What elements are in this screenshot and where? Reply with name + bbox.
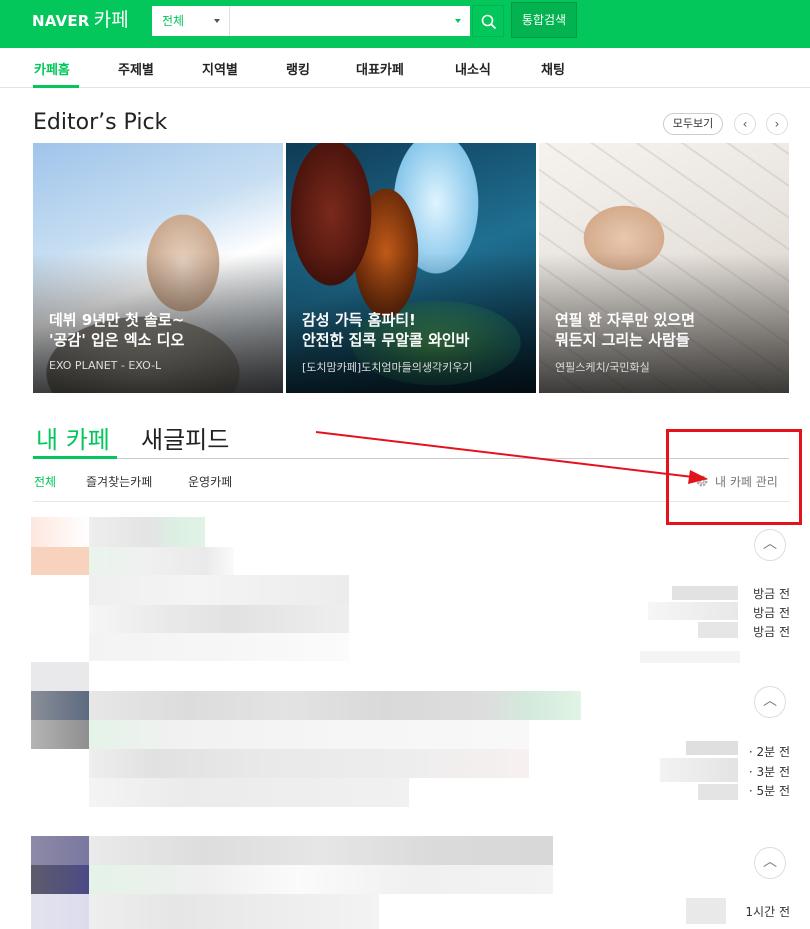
- cafe-thumbnail: [31, 894, 89, 929]
- pick-card-2[interactable]: 감성 가득 홈파티! 안전한 집콕 무알콜 와인바 [도치맘카페]도치엄마들의생…: [286, 143, 536, 393]
- cafe-info-blurred: [89, 720, 529, 749]
- search-box: 전체: [151, 5, 471, 37]
- search-scope-select[interactable]: 전체: [152, 6, 230, 36]
- view-all-button[interactable]: 모두보기: [663, 113, 723, 135]
- cafe-thumbnail[interactable]: [31, 662, 89, 691]
- author-blurred: [640, 651, 740, 663]
- pick-card-1[interactable]: 데뷔 9년만 첫 솔로~ '공감' 입은 엑소 디오 EXO PLANET - …: [33, 143, 283, 393]
- post-time: · 2분 전: [748, 745, 790, 759]
- post-time: 방금 전: [753, 606, 790, 620]
- nav-item-my-news[interactable]: 내소식: [455, 59, 491, 78]
- filter-favorites[interactable]: 즐겨찾는카페: [86, 473, 152, 490]
- post-title-blurred[interactable]: [89, 749, 529, 778]
- author-blurred: [648, 602, 738, 620]
- editors-pick-title: Editor’s Pick: [33, 110, 168, 135]
- nav-active-indicator: [33, 85, 79, 88]
- collapse-button[interactable]: ︿: [754, 847, 786, 879]
- author-blurred: [672, 586, 738, 600]
- cafe-thumbnail: [31, 865, 89, 894]
- author-blurred: [686, 898, 726, 924]
- pick-card-cafe: [도치맘카페]도치엄마들의생각키우기: [302, 361, 473, 374]
- nav-item-cafe-home[interactable]: 카페홈: [34, 59, 70, 78]
- nav-item-ranking[interactable]: 랭킹: [286, 59, 310, 78]
- author-blurred: [698, 622, 738, 638]
- post-time: 1시간 전: [745, 905, 790, 919]
- header-bar: NAVER 카페 전체 통합검색: [0, 0, 810, 48]
- next-arrow-button[interactable]: ›: [766, 113, 788, 135]
- main-nav: 카페홈 주제별 지역별 랭킹 대표카페 내소식 채팅: [0, 48, 810, 88]
- chevron-up-icon: ︿: [763, 536, 777, 552]
- post-time: · 3분 전: [748, 765, 790, 779]
- cafe-thumbnail: [31, 720, 89, 749]
- cafe-name-blurred[interactable]: [89, 517, 205, 547]
- author-blurred: [660, 758, 738, 782]
- cafe-name-blurred[interactable]: [89, 836, 553, 865]
- naver-cafe-logo[interactable]: NAVER 카페: [32, 10, 129, 31]
- nav-item-topics[interactable]: 주제별: [118, 59, 154, 78]
- tab-my-cafe[interactable]: 내 카페: [36, 420, 110, 455]
- prev-arrow-button[interactable]: ‹: [734, 113, 756, 135]
- filter-all[interactable]: 전체: [34, 473, 56, 490]
- search-icon: [481, 14, 497, 30]
- chevron-up-icon: ︿: [763, 854, 777, 870]
- post-title-blurred[interactable]: [89, 575, 349, 605]
- post-time: 방금 전: [753, 625, 790, 639]
- post-time: · 5분 전: [748, 784, 790, 798]
- pick-card-cafe: EXO PLANET - EXO-L: [49, 359, 162, 372]
- cafe-thumbnail: [31, 691, 89, 720]
- search-input[interactable]: [232, 10, 442, 32]
- nav-item-featured[interactable]: 대표카페: [356, 59, 404, 78]
- nav-item-regions[interactable]: 지역별: [202, 59, 238, 78]
- logo-cafe-text: 카페: [93, 9, 129, 31]
- autocomplete-toggle-icon[interactable]: [455, 19, 461, 23]
- post-title-blurred[interactable]: [89, 894, 379, 929]
- annotation-highlight-box: [666, 429, 802, 525]
- filter-managed[interactable]: 운영카페: [188, 473, 232, 490]
- search-button[interactable]: [472, 5, 504, 37]
- pick-card-3[interactable]: 연필 한 자루만 있으면 뭐든지 그리는 사람들 연필스케치/국민화실: [539, 143, 789, 393]
- author-blurred: [698, 784, 738, 800]
- cafe-name-blurred[interactable]: [89, 691, 581, 720]
- post-time: 방금 전: [753, 587, 790, 601]
- collapse-button[interactable]: ︿: [754, 686, 786, 718]
- cafe-info-blurred: [89, 865, 553, 894]
- cafe-info-blurred: [89, 547, 234, 575]
- pick-card-title: 데뷔 9년만 첫 솔로~ '공감' 입은 엑소 디오: [49, 311, 185, 349]
- cafe-thumbnail[interactable]: [31, 517, 89, 547]
- pick-card-title: 연필 한 자루만 있으면 뭐든지 그리는 사람들: [555, 311, 695, 349]
- post-title-blurred[interactable]: [89, 778, 409, 807]
- integrated-search-button[interactable]: 통합검색: [511, 2, 577, 38]
- cafe-thumbnail: [31, 547, 89, 575]
- post-title-blurred[interactable]: [89, 633, 349, 661]
- tab-new-feed[interactable]: 새글피드: [141, 420, 229, 455]
- cafe-thumbnail[interactable]: [31, 836, 89, 865]
- chevron-up-icon: ︿: [763, 693, 777, 709]
- chevron-down-icon: [214, 19, 220, 23]
- collapse-button[interactable]: ︿: [754, 529, 786, 561]
- pick-card-title: 감성 가득 홈파티! 안전한 집콕 무알콜 와인바: [302, 311, 470, 349]
- post-title-blurred[interactable]: [89, 605, 349, 633]
- search-scope-label: 전체: [162, 14, 185, 28]
- tab-active-indicator: [33, 456, 117, 459]
- pick-card-cafe: 연필스케치/국민화실: [555, 361, 650, 374]
- nav-item-chat[interactable]: 채팅: [541, 59, 565, 78]
- author-blurred: [686, 741, 738, 755]
- logo-naver-text: NAVER: [32, 12, 90, 30]
